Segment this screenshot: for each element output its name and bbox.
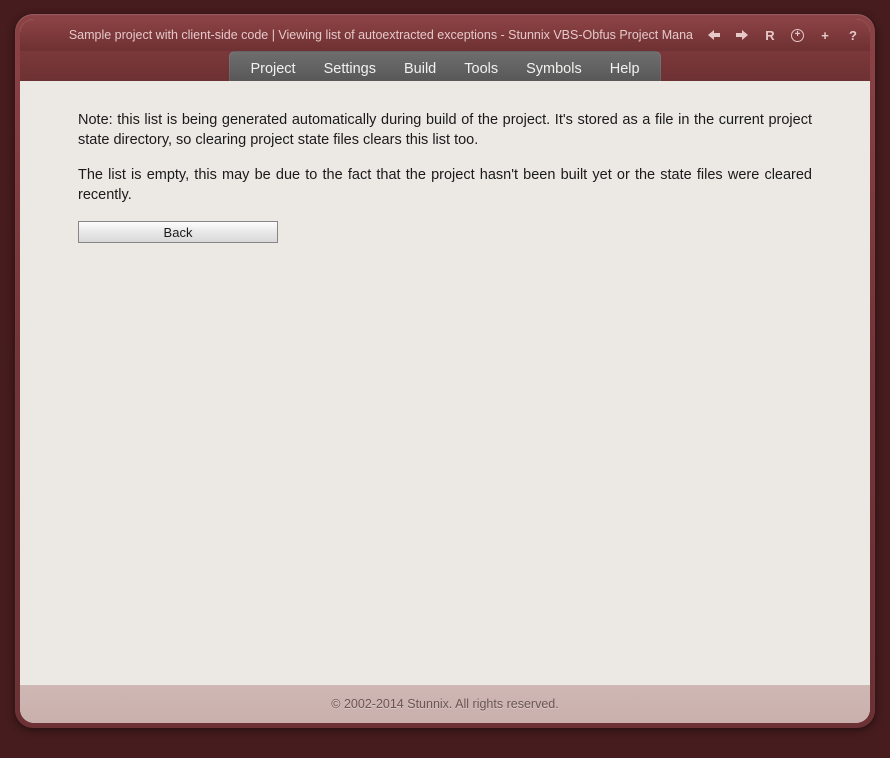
forward-arrow-icon[interactable] (735, 28, 749, 42)
title-bar: Sample project with client-side code | V… (20, 19, 870, 51)
app-window-frame: Sample project with client-side code | V… (15, 14, 875, 728)
note-paragraph-2: The list is empty, this may be due to th… (78, 166, 812, 205)
menu-item-tools[interactable]: Tools (450, 52, 512, 81)
menu-item-build[interactable]: Build (390, 52, 450, 81)
menu-item-symbols[interactable]: Symbols (512, 52, 596, 81)
menu-bar-inner: Project Settings Build Tools Symbols Hel… (229, 51, 660, 81)
reload-icon[interactable]: R (763, 28, 777, 42)
add-circle-icon[interactable]: + (791, 29, 804, 42)
menu-item-help[interactable]: Help (596, 52, 654, 81)
title-bar-toolbar: R + + ? (707, 28, 860, 42)
footer-bar: © 2002-2014 Stunnix. All rights reserved… (20, 685, 870, 723)
menu-item-project[interactable]: Project (236, 52, 309, 81)
content-area: Note: this list is being generated autom… (20, 81, 870, 685)
menu-item-settings[interactable]: Settings (310, 52, 390, 81)
plus-icon[interactable]: + (818, 28, 832, 42)
back-arrow-icon[interactable] (707, 28, 721, 42)
menu-bar: Project Settings Build Tools Symbols Hel… (20, 51, 870, 81)
back-button[interactable]: Back (78, 221, 278, 243)
window-title: Sample project with client-side code | V… (34, 28, 697, 42)
copyright-text: © 2002-2014 Stunnix. All rights reserved… (331, 697, 558, 711)
app-window: Sample project with client-side code | V… (20, 19, 870, 723)
note-paragraph-1: Note: this list is being generated autom… (78, 111, 812, 150)
help-icon[interactable]: ? (846, 28, 860, 42)
